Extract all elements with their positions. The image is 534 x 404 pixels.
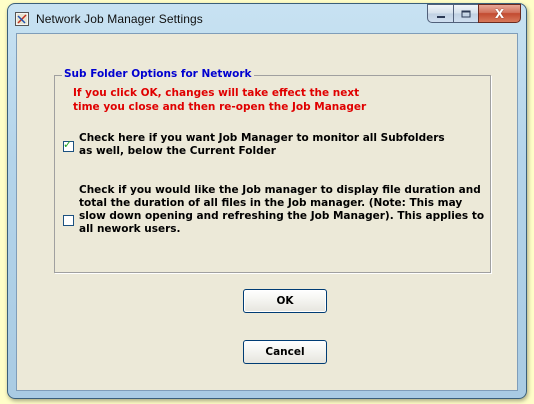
settings-dialog-window: Network Job Manager Settings X Sub Folde… xyxy=(7,3,527,399)
restart-warning-text: If you click OK, changes will take effec… xyxy=(73,87,367,113)
close-button[interactable]: X xyxy=(478,4,521,23)
checkmark-icon: ✓ xyxy=(63,138,73,151)
maximize-button[interactable] xyxy=(453,4,478,23)
close-icon: X xyxy=(494,6,505,21)
cancel-button[interactable]: Cancel xyxy=(243,340,327,364)
title-bar[interactable]: Network Job Manager Settings X xyxy=(8,4,526,34)
minimize-button[interactable] xyxy=(427,4,453,23)
ok-button[interactable]: OK xyxy=(243,289,327,313)
display-duration-label[interactable]: Check if you would like the Job manager … xyxy=(79,184,489,236)
display-duration-checkbox[interactable] xyxy=(63,215,74,226)
minimize-icon xyxy=(436,15,445,18)
dialog-client-area: Sub Folder Options for Network If you cl… xyxy=(16,33,518,391)
maximize-icon xyxy=(461,10,471,17)
groupbox-title: Sub Folder Options for Network xyxy=(62,68,254,80)
window-title: Network Job Manager Settings xyxy=(36,12,203,26)
job-manager-app-icon[interactable] xyxy=(15,12,29,26)
caption-buttons: X xyxy=(427,4,521,23)
monitor-subfolders-label[interactable]: Check here if you want Job Manager to mo… xyxy=(79,132,479,158)
monitor-subfolders-checkbox[interactable]: ✓ xyxy=(63,138,74,152)
